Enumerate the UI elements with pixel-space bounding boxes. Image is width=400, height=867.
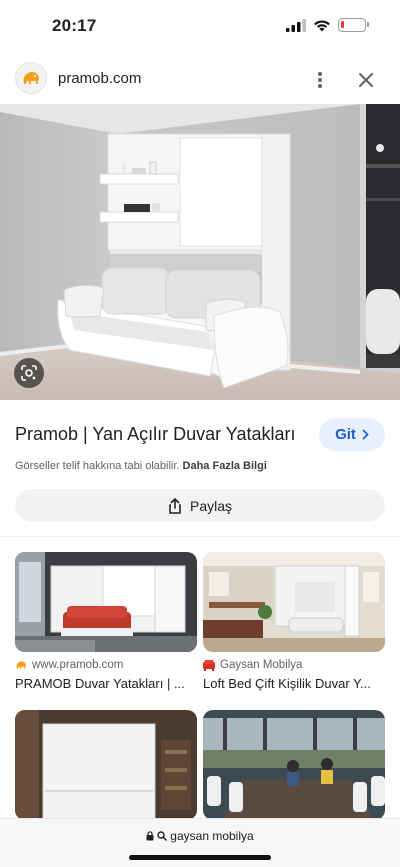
battery-level-fill xyxy=(341,21,344,28)
battery-icon xyxy=(338,18,369,32)
close-icon xyxy=(359,73,373,87)
visit-button[interactable]: Git xyxy=(319,418,385,451)
wall-bed-sofa-image xyxy=(0,104,400,400)
card-title: Loft Bed Çift Kişilik Duvar Y... xyxy=(203,676,371,691)
related-card[interactable]: Gaysan Mobilya Loft Bed Çift Kişilik Duv… xyxy=(203,552,385,691)
google-lens-button[interactable] xyxy=(14,358,44,388)
related-image xyxy=(203,710,385,820)
wifi-icon xyxy=(314,19,330,31)
card-source: Gaysan Mobilya xyxy=(203,659,385,671)
home-indicator[interactable] xyxy=(129,855,271,860)
cellular-signal-icon xyxy=(286,18,306,32)
related-image xyxy=(15,710,197,820)
site-header: pramob.com xyxy=(0,58,400,102)
divider xyxy=(0,536,400,537)
related-image xyxy=(203,552,385,652)
related-card[interactable] xyxy=(203,710,385,820)
chevron-right-icon xyxy=(362,429,369,440)
card-source-name: www.pramob.com xyxy=(32,659,124,671)
more-vertical-icon xyxy=(318,72,322,88)
card-title: PRAMOB Duvar Yatakları | ... xyxy=(15,676,185,691)
status-icons xyxy=(286,18,369,32)
result-title[interactable]: Pramob | Yan Açılır Duvar Yatakları xyxy=(15,424,295,445)
pramob-elephant-logo-icon[interactable] xyxy=(15,62,47,94)
status-bar: 20:17 xyxy=(0,0,400,52)
related-card[interactable]: www.pramob.com PRAMOB Duvar Yatakları | … xyxy=(15,552,197,691)
pramob-favicon-icon xyxy=(16,661,26,669)
copyright-text: Görseller telif hakkına tabi olabilir. xyxy=(15,460,180,472)
card-source-name: Gaysan Mobilya xyxy=(220,659,303,671)
learn-more-link[interactable]: Daha Fazla Bilgi xyxy=(183,460,267,472)
main-image[interactable] xyxy=(0,104,400,400)
address-bar-text: gaysan mobilya xyxy=(170,829,254,843)
copyright-note: Görseller telif hakkına tabi olabilir. D… xyxy=(15,460,267,472)
related-image xyxy=(15,552,197,652)
related-card[interactable] xyxy=(15,710,197,820)
visit-button-label: Git xyxy=(335,426,356,443)
more-options-button[interactable] xyxy=(306,66,334,94)
address-bar[interactable]: gaysan mobilya xyxy=(0,829,400,843)
share-icon xyxy=(169,497,181,514)
search-icon xyxy=(157,831,168,841)
close-button[interactable] xyxy=(352,66,380,94)
status-time: 20:17 xyxy=(52,16,97,35)
share-button[interactable]: Paylaş xyxy=(15,489,385,522)
gaysan-favicon-icon xyxy=(203,659,215,671)
lens-icon xyxy=(21,365,37,381)
bottom-bar: gaysan mobilya xyxy=(0,818,400,867)
site-domain[interactable]: pramob.com xyxy=(58,70,141,87)
share-button-label: Paylaş xyxy=(189,497,233,514)
lock-icon xyxy=(146,831,154,841)
card-source: www.pramob.com xyxy=(15,659,197,671)
